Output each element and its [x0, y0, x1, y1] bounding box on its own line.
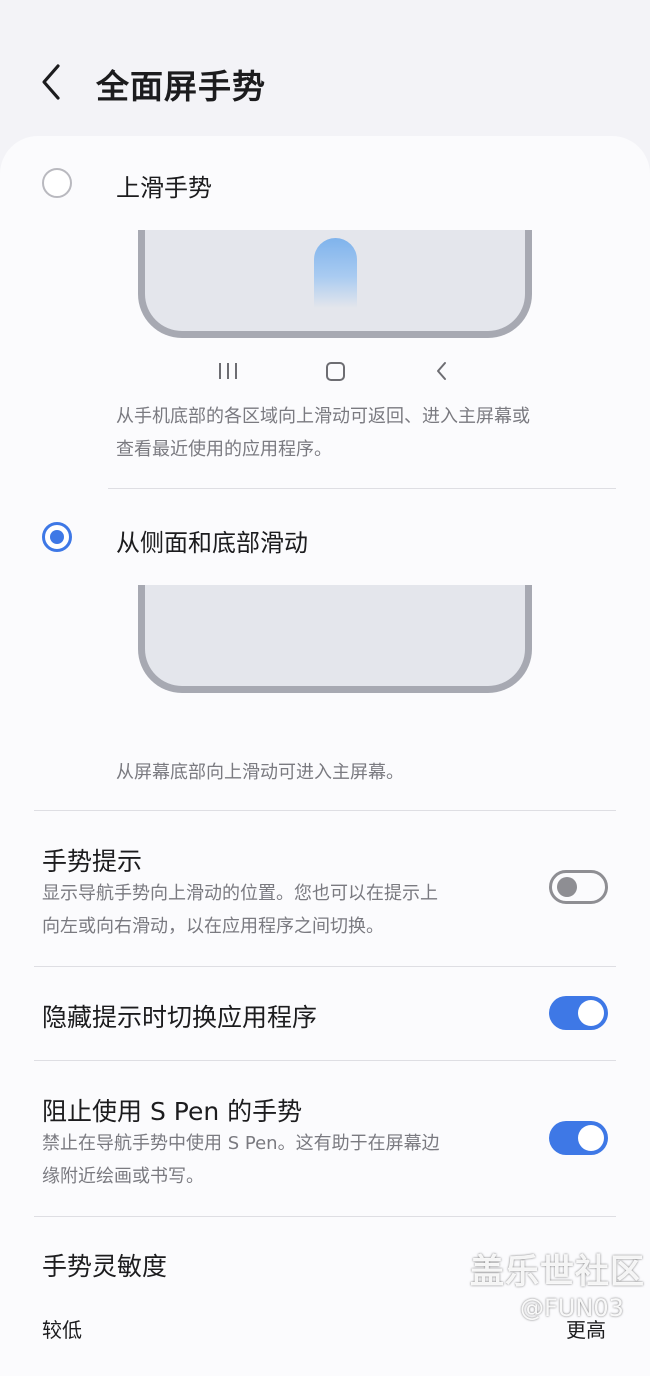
option-description-swipe-up: 从手机底部的各区域向上滑动可返回、进入主屏幕或 查看最近使用的应用程序。	[116, 400, 530, 466]
preview-phone-side-bottom	[138, 585, 532, 693]
chevron-left-icon	[42, 64, 60, 100]
option-label-swipe-up[interactable]: 上滑手势	[116, 168, 212, 203]
toggle-knob	[557, 877, 577, 897]
watermark-handle: @FUN03	[520, 1294, 624, 1322]
switch-apps-toggle[interactable]	[549, 996, 608, 1030]
recents-icon	[219, 363, 237, 379]
radio-side-bottom[interactable]	[42, 522, 72, 552]
block-spen-toggle[interactable]	[549, 1121, 608, 1155]
divider	[34, 1216, 616, 1217]
description-line: 从手机底部的各区域向上滑动可返回、进入主屏幕或	[116, 406, 530, 427]
page-title: 全面屏手势	[96, 67, 266, 106]
block-spen-description: 禁止在导航手势中使用 S Pen。这有助于在屏幕边 缘附近绘画或书写。	[42, 1127, 522, 1193]
description-line: 从屏幕底部向上滑动可进入主屏幕。	[116, 762, 404, 783]
watermark-text: 盖乐世社区	[470, 1252, 645, 1292]
option-label-side-bottom[interactable]: 从侧面和底部滑动	[116, 523, 308, 558]
divider	[34, 810, 616, 811]
header: 全面屏手势	[0, 0, 650, 140]
gesture-hint-description: 显示导航手势向上滑动的位置。您也可以在提示上 向左或向右滑动，以在应用程序之间切…	[42, 877, 522, 943]
option-description-side-bottom: 从屏幕底部向上滑动可进入主屏幕。	[116, 756, 404, 789]
description-line: 禁止在导航手势中使用 S Pen。这有助于在屏幕边	[42, 1133, 440, 1154]
toggle-knob	[578, 1000, 604, 1026]
divider	[34, 1060, 616, 1061]
gesture-hint-title[interactable]: 手势提示	[42, 842, 142, 878]
sensitivity-low-label: 较低	[42, 1318, 82, 1342]
back-button[interactable]	[34, 58, 74, 106]
block-spen-title[interactable]: 阻止使用 S Pen 的手势	[42, 1092, 302, 1128]
description-line: 向左或向右滑动，以在应用程序之间切换。	[42, 916, 384, 937]
gesture-hint-toggle[interactable]	[549, 870, 608, 904]
switch-apps-title[interactable]: 隐藏提示时切换应用程序	[42, 998, 317, 1034]
sensitivity-title: 手势灵敏度	[42, 1252, 168, 1281]
divider	[34, 966, 616, 967]
swipe-indicator-icon	[314, 238, 357, 308]
description-line: 查看最近使用的应用程序。	[116, 439, 332, 460]
radio-swipe-up[interactable]	[42, 168, 72, 198]
description-line: 缘附近绘画或书写。	[42, 1166, 204, 1187]
back-icon	[437, 362, 446, 380]
divider	[108, 488, 616, 489]
home-icon	[326, 362, 345, 381]
toggle-knob	[578, 1125, 604, 1151]
description-line: 显示导航手势向上滑动的位置。您也可以在提示上	[42, 883, 438, 904]
